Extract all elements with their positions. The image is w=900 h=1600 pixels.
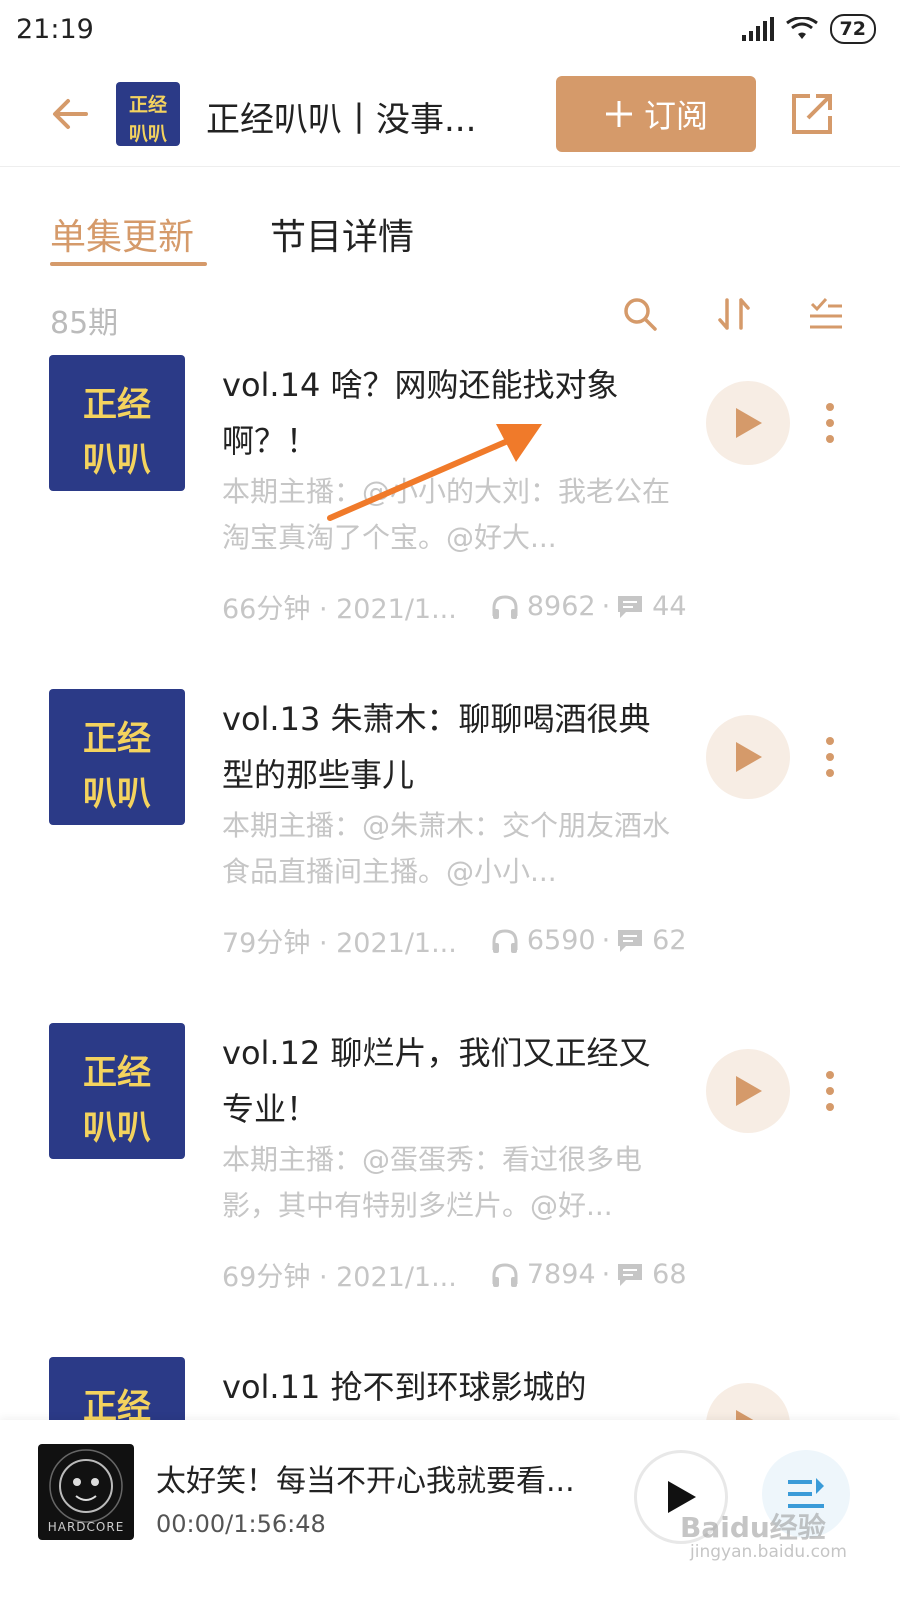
player-time: 00:00/1:56:48 xyxy=(156,1510,326,1538)
more-options-button[interactable] xyxy=(820,401,840,445)
podcast-title: 正经叭叭丨没事... xyxy=(206,100,477,140)
play-icon xyxy=(736,1076,762,1106)
episode-play-button[interactable] xyxy=(706,715,790,799)
more-options-button[interactable] xyxy=(820,735,840,779)
podcast-cover: 正经 叭叭 xyxy=(116,82,180,146)
sort-button[interactable] xyxy=(716,296,752,332)
episode-cover: 正经 叭叭 xyxy=(49,1023,185,1159)
episode-duration-date: 69分钟 · 2021/1... xyxy=(222,1262,457,1293)
episode-title[interactable]: vol.13 朱萧木：聊聊喝酒很典型的那些事儿 xyxy=(222,691,672,803)
back-arrow-icon xyxy=(53,99,88,129)
play-icon xyxy=(736,1410,754,1420)
player-cover-text: HARDCORE xyxy=(47,1520,125,1534)
multi-select-icon xyxy=(810,297,842,329)
play-icon xyxy=(736,408,762,438)
comment-icon xyxy=(618,929,643,952)
episode-meta: 66分钟 · 2021/1... 8962 · 44 xyxy=(222,587,702,626)
tab-details[interactable]: 节目详情 xyxy=(270,208,414,260)
episode-duration-date: 79分钟 · 2021/1... xyxy=(222,928,457,959)
cover-text-top: 正经 xyxy=(83,719,151,759)
episode-count: 85期 xyxy=(50,306,119,341)
episode-play-button[interactable] xyxy=(706,1049,790,1133)
episode-cover: 正经 叭叭 xyxy=(49,689,185,825)
episode-plays: 6590 xyxy=(526,925,596,956)
list-item[interactable]: 正经 vol.11 抢不到环球影城的 xyxy=(0,1357,900,1420)
episode-plays: 7894 xyxy=(526,1259,596,1290)
batch-select-button[interactable] xyxy=(808,296,844,332)
wifi-icon xyxy=(785,17,818,39)
battery-indicator: 72 xyxy=(829,14,876,44)
tab-active-indicator xyxy=(50,262,207,266)
player-title[interactable]: 太好笑！每当不开心我就要看... xyxy=(156,1456,596,1500)
status-bar: 21:19 72 xyxy=(0,0,900,60)
mini-player[interactable]: HARDCORE 太好笑！每当不开心我就要看... 00:00/1:56:48 … xyxy=(0,1420,900,1600)
cover-text-bottom: 叭叭 xyxy=(128,123,167,145)
back-button[interactable] xyxy=(48,92,92,136)
share-button[interactable] xyxy=(788,90,836,138)
share-icon xyxy=(792,94,832,134)
cover-text-bottom: 叭叭 xyxy=(83,1108,151,1148)
episode-title[interactable]: vol.12 聊烂片，我们又正经又专业！ xyxy=(222,1025,672,1137)
podcast-header: 正经 叭叭 正经叭叭丨没事... 订阅 xyxy=(0,70,900,167)
episode-plays: 8962 xyxy=(526,591,596,622)
headphones-icon xyxy=(492,928,518,953)
episode-cover: 正经 xyxy=(49,1357,185,1420)
cover-text-top: 正经 xyxy=(83,385,151,425)
list-item[interactable]: 正经 叭叭 vol.12 聊烂片，我们又正经又专业！ 本期主播：@蛋蛋秀：看过很… xyxy=(0,1023,900,1357)
episode-meta: 79分钟 · 2021/1... 6590 · 62 xyxy=(222,921,702,960)
comment-icon xyxy=(618,595,643,618)
episode-comments: 44 xyxy=(652,591,687,622)
comment-icon xyxy=(618,1263,643,1286)
status-time: 21:19 xyxy=(16,14,94,45)
episode-description: 本期主播：@朱萧木：交个朋友酒水食品直播间主播。@小小... xyxy=(222,809,671,888)
episode-comments: 62 xyxy=(652,925,687,956)
tab-episodes[interactable]: 单集更新 xyxy=(50,208,194,260)
more-options-button[interactable] xyxy=(820,1069,840,1113)
search-icon xyxy=(624,298,657,331)
watermark-logo: Baidu经验 xyxy=(680,1511,826,1544)
annotation-arrow-icon xyxy=(327,424,542,521)
search-button[interactable] xyxy=(622,296,658,332)
more-vertical-icon xyxy=(826,737,834,777)
sort-icon xyxy=(718,298,750,330)
cover-text-top: 正经 xyxy=(128,94,167,116)
subscribe-label: 订阅 xyxy=(643,97,708,135)
cover-text-top: 正经 xyxy=(83,1053,151,1093)
episode-meta: 69分钟 · 2021/1... 7894 · 68 xyxy=(222,1255,702,1294)
play-icon xyxy=(736,742,762,772)
episode-play-button[interactable] xyxy=(706,1383,790,1420)
cover-text-bottom: 叭叭 xyxy=(83,774,151,814)
list-item[interactable]: 正经 叭叭 vol.13 朱萧木：聊聊喝酒很典型的那些事儿 本期主播：@朱萧木：… xyxy=(0,689,900,1023)
episode-duration-date: 66分钟 · 2021/1... xyxy=(222,594,457,625)
more-vertical-icon xyxy=(826,403,834,443)
episode-description: 本期主播：@蛋蛋秀：看过很多电影，其中有特别多烂片。@好... xyxy=(222,1143,643,1222)
player-cover[interactable]: HARDCORE xyxy=(38,1444,134,1540)
cover-text-bottom: 叭叭 xyxy=(83,440,151,480)
more-vertical-icon xyxy=(826,1071,834,1111)
episode-comments: 68 xyxy=(652,1259,687,1290)
episode-play-button[interactable] xyxy=(706,381,790,465)
signal-icon xyxy=(741,17,774,41)
episode-title[interactable]: vol.11 抢不到环球影城的 xyxy=(222,1359,672,1415)
headphones-icon xyxy=(492,594,518,619)
status-icons: 72 xyxy=(741,14,876,44)
plus-icon xyxy=(605,101,632,127)
headphones-icon xyxy=(492,1262,518,1287)
cover-text-top: 正经 xyxy=(83,1387,151,1420)
episode-cover: 正经 叭叭 xyxy=(49,355,185,491)
watermark-url: jingyan.baidu.com xyxy=(690,1542,847,1562)
subscribe-button[interactable]: 订阅 xyxy=(556,76,756,152)
